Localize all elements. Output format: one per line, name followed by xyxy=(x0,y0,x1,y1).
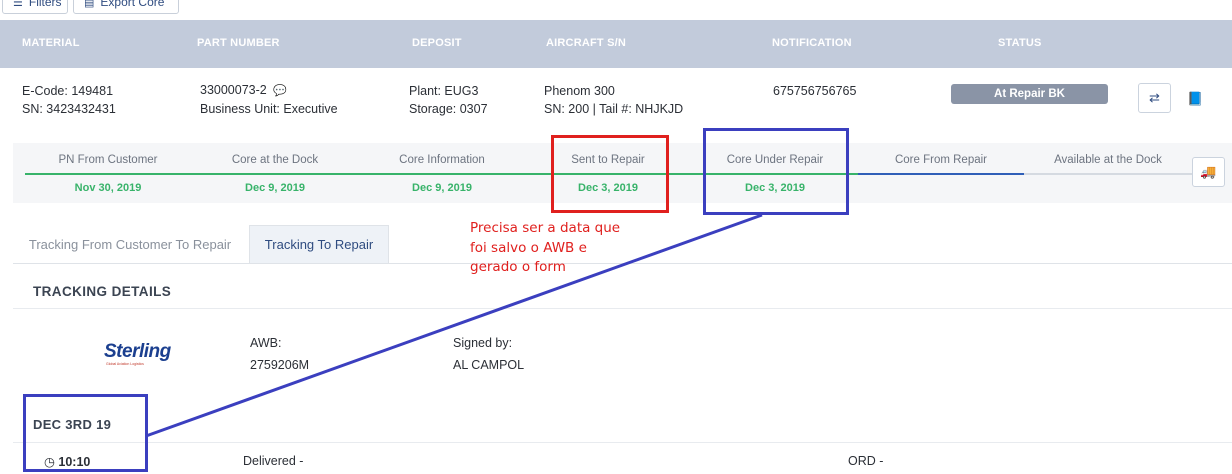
annotation-connector xyxy=(145,213,763,438)
